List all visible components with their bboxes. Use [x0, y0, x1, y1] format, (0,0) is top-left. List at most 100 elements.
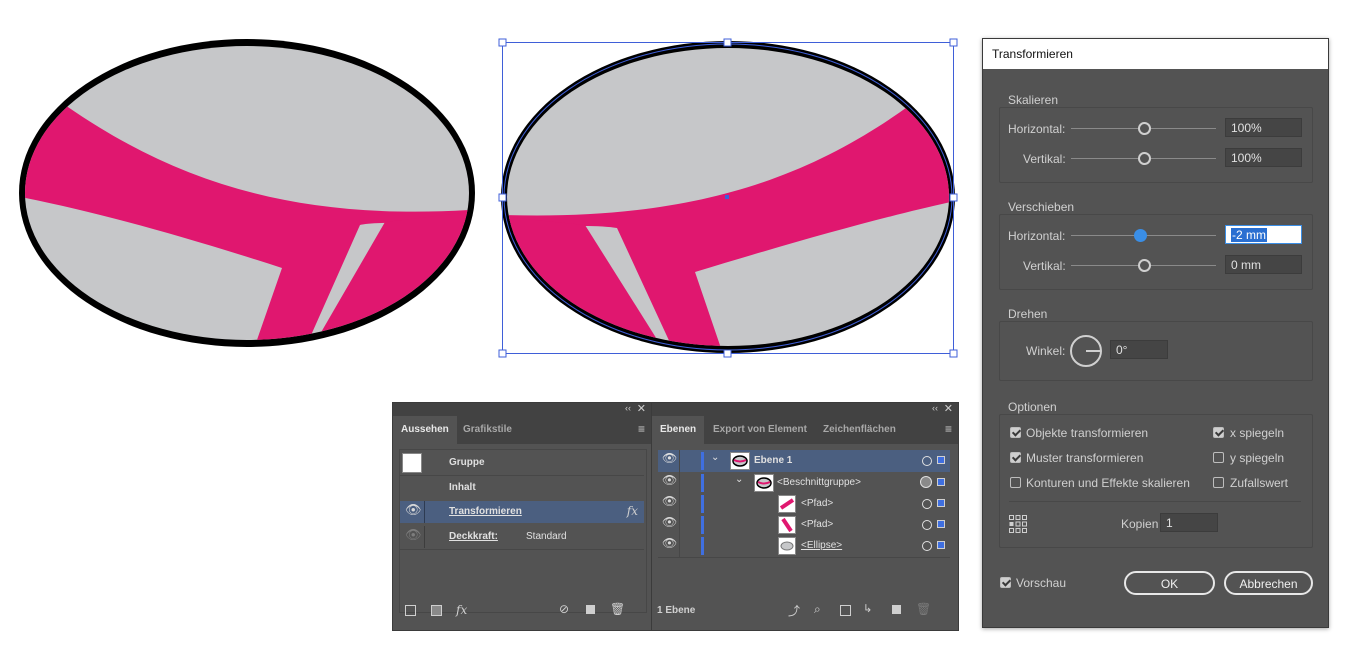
transform-patterns-label: Muster transformieren	[1026, 451, 1144, 465]
add-effect-icon[interactable]: fx	[456, 603, 467, 617]
move-horizontal-input[interactable]: -2 mm	[1225, 225, 1302, 244]
appearance-row-content[interactable]: Inhalt	[400, 477, 644, 499]
divider	[400, 549, 644, 550]
add-stroke-icon[interactable]	[405, 605, 416, 616]
path-thumbnail	[778, 516, 796, 534]
layer-color-bar	[701, 537, 704, 555]
copies-label: Kopien	[1121, 517, 1159, 531]
appearance-tabs: Aussehen Grafikstile ≡	[393, 416, 651, 444]
layer-color-bar	[701, 474, 704, 492]
appearance-panel: ‹‹ ✕ Aussehen Grafikstile ≡ Gruppe Inhal…	[392, 402, 652, 631]
layer-row-path-2[interactable]: 👁 <Pfad>	[658, 514, 950, 536]
move-horizontal-thumb[interactable]	[1134, 229, 1147, 242]
appearance-footer: fx ⊘ 🗑	[393, 602, 651, 622]
layer-row-clipgroup[interactable]: 👁 ⌄ <Beschnittgruppe>	[658, 472, 950, 494]
scale-vertical-input[interactable]: 100%	[1225, 148, 1302, 167]
move-vertical-thumb[interactable]	[1138, 259, 1151, 272]
random-checkbox[interactable]	[1213, 477, 1224, 488]
visibility-eye-icon[interactable]: 👁	[662, 494, 677, 508]
rotate-angle-input[interactable]: 0°	[1110, 340, 1168, 359]
copies-input[interactable]: 1	[1160, 513, 1218, 532]
visibility-eye-icon[interactable]: 👁	[662, 536, 677, 550]
selection-indicator-icon[interactable]	[937, 541, 945, 549]
chevron-down-icon[interactable]: ⌄	[711, 452, 719, 463]
transform-effect-link[interactable]: Transformieren	[449, 501, 522, 523]
scale-group-title: Skalieren	[1008, 93, 1059, 107]
layer-count: 1 Ebene	[657, 605, 696, 616]
tab-graphic-styles[interactable]: Grafikstile	[455, 416, 520, 444]
preview-checkbox[interactable]	[1000, 577, 1011, 588]
clear-appearance-icon[interactable]: ⊘	[559, 602, 569, 616]
reflect-x-checkbox[interactable]	[1213, 427, 1224, 438]
close-icon[interactable]: ✕	[637, 402, 646, 415]
locate-object-icon[interactable]: ⌕	[814, 602, 821, 617]
add-fill-icon[interactable]	[431, 605, 442, 616]
preview-label: Vorschau	[1016, 576, 1067, 590]
target-icon[interactable]	[922, 456, 932, 466]
angle-dial-icon[interactable]	[1069, 334, 1103, 368]
reference-point-icon[interactable]	[1008, 514, 1028, 534]
new-sublayer-icon[interactable]: ↳	[863, 602, 872, 615]
target-icon[interactable]	[922, 541, 932, 551]
fx-icon[interactable]: fx	[627, 504, 638, 518]
scale-horizontal-input[interactable]: 100%	[1225, 118, 1302, 137]
transform-patterns-checkbox[interactable]	[1010, 452, 1021, 463]
selection-indicator-icon[interactable]	[937, 478, 945, 486]
ellipse-thumbnail	[778, 537, 796, 555]
selection-indicator-icon[interactable]	[937, 456, 945, 464]
appearance-row-transform[interactable]: 👁 Transformieren fx	[400, 501, 644, 523]
visibility-eye-icon[interactable]: 👁	[405, 502, 422, 518]
move-horizontal-label: Horizontal:	[1008, 229, 1066, 243]
reflect-y-checkbox[interactable]	[1213, 452, 1224, 463]
tab-appearance[interactable]: Aussehen	[393, 416, 457, 444]
tab-artboards[interactable]: Zeichenflächen	[815, 416, 904, 444]
visibility-eye-icon[interactable]: 👁	[662, 515, 677, 529]
options-group-title: Optionen	[1008, 400, 1057, 414]
appearance-row-group[interactable]: Gruppe	[400, 452, 644, 474]
opacity-link[interactable]: Deckkraft:	[449, 526, 498, 548]
selection-indicator-icon[interactable]	[937, 499, 945, 507]
scale-horizontal-thumb[interactable]	[1138, 122, 1151, 135]
panel-menu-icon[interactable]: ≡	[945, 422, 952, 436]
layer-row-ellipse[interactable]: 👁 <Ellipse>	[658, 535, 950, 557]
collapse-icon[interactable]: ‹‹	[932, 403, 938, 413]
scale-strokes-checkbox[interactable]	[1010, 477, 1021, 488]
options-divider	[1009, 501, 1301, 502]
panel-menu-icon[interactable]: ≡	[638, 422, 645, 436]
divider	[679, 450, 680, 557]
target-icon[interactable]	[922, 499, 932, 509]
close-icon[interactable]: ✕	[944, 402, 953, 415]
clipping-mask-icon[interactable]	[840, 605, 851, 616]
selection-indicator-icon[interactable]	[937, 520, 945, 528]
random-label: Zufallswert	[1230, 476, 1289, 490]
visibility-eye-icon[interactable]: 👁	[405, 527, 422, 543]
collect-export-icon[interactable]: ⤴	[788, 602, 800, 619]
chevron-down-icon[interactable]: ⌄	[735, 474, 743, 485]
transform-objects-checkbox[interactable]	[1010, 427, 1021, 438]
layer-row-ebene1[interactable]: 👁 ⌄ Ebene 1	[658, 450, 950, 472]
target-icon[interactable]	[922, 520, 932, 530]
ok-button[interactable]: OK	[1124, 571, 1215, 595]
left-ellipse-artwork[interactable]	[10, 39, 475, 360]
target-icon[interactable]	[920, 476, 932, 488]
reflect-x-label: x spiegeln	[1230, 426, 1285, 440]
move-group-title: Verschieben	[1008, 200, 1075, 214]
scale-strokes-label: Konturen und Effekte skalieren	[1026, 476, 1190, 490]
divider	[424, 526, 425, 548]
move-vertical-input[interactable]: 0 mm	[1225, 255, 1302, 274]
delete-icon[interactable]: 🗑	[610, 602, 625, 616]
appearance-row-opacity[interactable]: 👁 Deckkraft: Standard	[400, 526, 644, 548]
visibility-eye-icon[interactable]: 👁	[662, 473, 677, 487]
collapse-icon[interactable]: ‹‹	[625, 403, 631, 413]
artboard-canvas[interactable]	[0, 0, 980, 400]
visibility-eye-icon[interactable]: 👁	[662, 451, 677, 465]
duplicate-item-icon[interactable]	[586, 605, 595, 614]
reflect-y-label: y spiegeln	[1230, 451, 1285, 465]
cancel-button[interactable]: Abbrechen	[1224, 571, 1313, 595]
delete-icon[interactable]: 🗑	[916, 602, 931, 616]
tab-asset-export[interactable]: Export von Element	[705, 416, 815, 444]
new-layer-icon[interactable]	[892, 605, 901, 614]
layer-row-path-1[interactable]: 👁 <Pfad>	[658, 493, 950, 515]
scale-vertical-thumb[interactable]	[1138, 152, 1151, 165]
tab-layers[interactable]: Ebenen	[652, 416, 705, 444]
